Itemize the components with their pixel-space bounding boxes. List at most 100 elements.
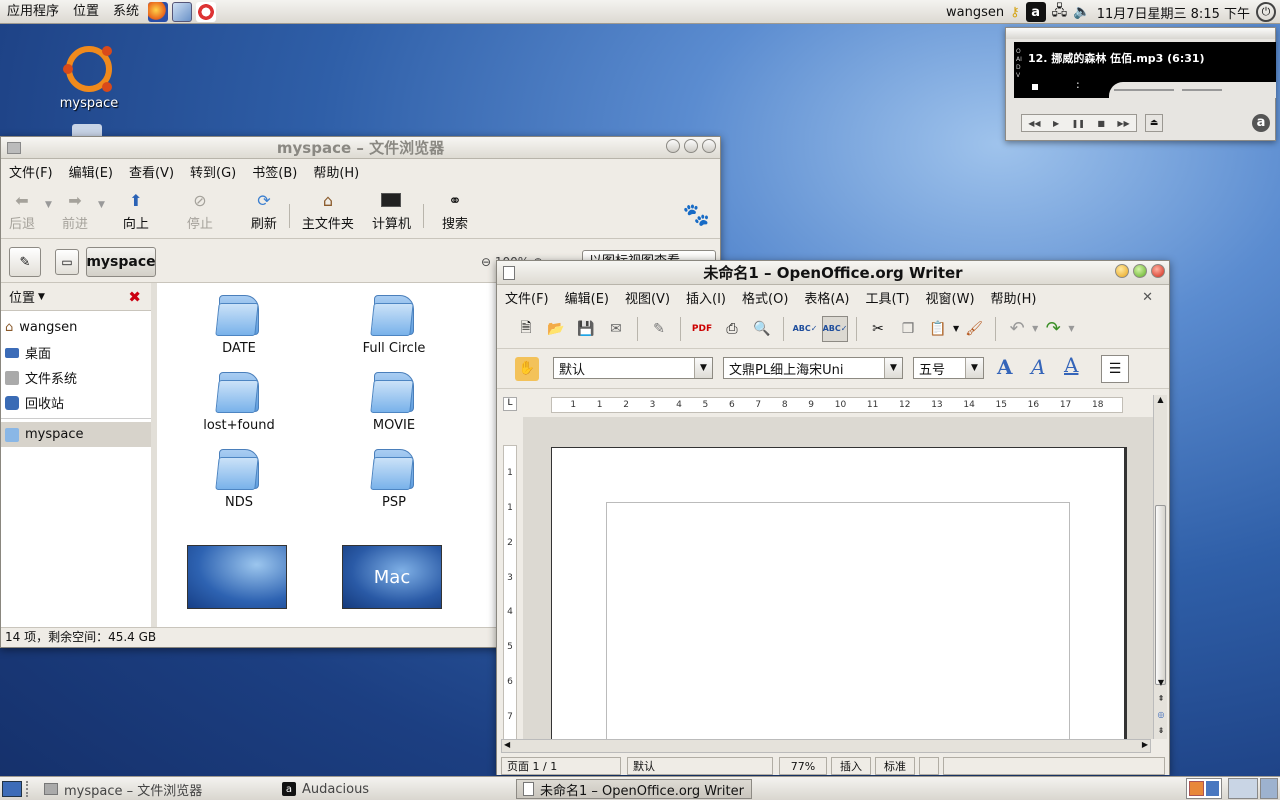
mail-icon[interactable] bbox=[172, 1, 193, 22]
menu-view[interactable]: 视图(V) bbox=[617, 288, 678, 307]
edit-location-button[interactable]: ✎ bbox=[9, 247, 41, 277]
paragraph-style-select[interactable]: 默认 ▼ bbox=[553, 357, 713, 379]
workspace-1[interactable] bbox=[1189, 781, 1204, 796]
folder-date[interactable]: DATE bbox=[179, 291, 299, 356]
page-canvas[interactable] bbox=[523, 417, 1153, 739]
menu-system[interactable]: 系统 bbox=[106, 0, 146, 24]
panel-handle[interactable] bbox=[26, 781, 30, 797]
maximize-button[interactable] bbox=[1133, 263, 1147, 278]
close-button[interactable] bbox=[1151, 263, 1165, 278]
workspace-switcher[interactable] bbox=[1186, 778, 1222, 799]
undo-icon[interactable]: ↶ bbox=[1004, 316, 1030, 342]
audacious-controls[interactable]: ◀◀ ▶ ❚❚ ■ ▶▶ bbox=[1021, 114, 1137, 132]
status-insert-mode[interactable]: 插入 bbox=[831, 757, 871, 775]
volume-slider[interactable] bbox=[1114, 89, 1174, 91]
menu-file[interactable]: 文件(F) bbox=[497, 288, 557, 307]
sidebar-item-myspace[interactable]: myspace bbox=[1, 422, 151, 447]
menu-view[interactable]: 查看(V) bbox=[121, 162, 182, 181]
forward-button[interactable]: ➡ 前进 bbox=[56, 190, 94, 233]
chevron-down-icon[interactable]: ▼ bbox=[1068, 324, 1074, 333]
folder-movie[interactable]: MOVIE bbox=[334, 368, 454, 433]
back-button[interactable]: ⬅ 后退 bbox=[3, 190, 41, 233]
firefox-icon[interactable] bbox=[148, 1, 169, 22]
text-boundary[interactable] bbox=[606, 502, 1070, 739]
maximize-button[interactable] bbox=[684, 138, 698, 153]
format-paintbrush-icon[interactable]: 🖌 bbox=[961, 316, 987, 342]
file-browser-titlebar[interactable]: myspace – 文件浏览器 bbox=[1, 137, 720, 159]
tab-stop-selector[interactable]: L bbox=[503, 397, 517, 411]
pause-icon[interactable]: ❚❚ bbox=[1072, 119, 1085, 128]
path-myspace-button[interactable]: myspace bbox=[86, 247, 156, 277]
menu-go[interactable]: 转到(G) bbox=[182, 162, 244, 181]
user-name[interactable]: wangsen bbox=[946, 5, 1004, 20]
computer-button[interactable]: 计算机 bbox=[366, 190, 417, 232]
menu-file[interactable]: 文件(F) bbox=[1, 162, 61, 181]
eject-icon[interactable]: ⏏ bbox=[1145, 114, 1163, 132]
zoom-out-icon[interactable]: ⊖ bbox=[481, 255, 491, 269]
status-style[interactable]: 默认 bbox=[627, 757, 773, 775]
edit-file-icon[interactable]: ✎ bbox=[646, 316, 672, 342]
redo-icon[interactable]: ↷ bbox=[1040, 316, 1066, 342]
up-button[interactable]: ⬆ 向上 bbox=[117, 190, 155, 233]
font-name-select[interactable]: 文鼎PL细上海宋Uni ▼ bbox=[723, 357, 903, 379]
font-size-select[interactable]: 五号 ▼ bbox=[913, 357, 984, 379]
menu-help[interactable]: 帮助(H) bbox=[983, 288, 1045, 307]
cut-icon[interactable]: ✂ bbox=[865, 316, 891, 342]
minimize-button[interactable] bbox=[666, 138, 680, 153]
new-document-icon[interactable]: 🗎 bbox=[513, 316, 539, 342]
stop-button[interactable]: ⊘ 停止 bbox=[181, 190, 219, 233]
print-preview-icon[interactable]: 🔍 bbox=[749, 316, 775, 342]
next-icon[interactable]: ▶▶ bbox=[1117, 119, 1129, 128]
audacious-tray-icon[interactable]: a bbox=[1025, 2, 1046, 22]
menu-table[interactable]: 表格(A) bbox=[796, 288, 857, 307]
sidebar-item-home[interactable]: ⌂ wangsen bbox=[1, 315, 151, 340]
next-page-icon[interactable]: ⇟ bbox=[1154, 726, 1168, 735]
folder-full-circle[interactable]: Full Circle bbox=[334, 291, 454, 356]
document-page[interactable] bbox=[551, 447, 1127, 739]
navigator-icon[interactable]: ◎ bbox=[1154, 710, 1168, 719]
menu-applications[interactable]: 应用程序 bbox=[0, 0, 66, 24]
task-file-browser[interactable]: myspace – 文件浏览器 bbox=[38, 779, 208, 799]
sidebar-item-desktop[interactable]: 桌面 bbox=[1, 340, 151, 365]
save-icon[interactable]: 💾 bbox=[573, 316, 599, 342]
audacious-titlebar[interactable] bbox=[1006, 28, 1275, 39]
path-root-button[interactable]: ▭ bbox=[55, 249, 79, 275]
chevron-down-icon[interactable]: ▼ bbox=[694, 358, 712, 378]
stop-icon[interactable]: ■ bbox=[1097, 119, 1105, 128]
folder-nds[interactable]: NDS bbox=[179, 445, 299, 510]
sidebar-title[interactable]: 位置 bbox=[9, 287, 35, 306]
image-thumbnail-mac[interactable]: Mac bbox=[342, 545, 442, 609]
refresh-button[interactable]: ⟳ 刷新 bbox=[245, 190, 283, 233]
show-desktop-icon[interactable] bbox=[2, 781, 22, 797]
menu-insert[interactable]: 插入(I) bbox=[678, 288, 734, 307]
workspace-2[interactable] bbox=[1206, 781, 1219, 796]
menu-places[interactable]: 位置 bbox=[66, 0, 106, 24]
chevron-down-icon[interactable]: ▼ bbox=[884, 358, 902, 378]
audacious-logo-icon[interactable]: a bbox=[1252, 114, 1270, 132]
styles-formatting-icon[interactable]: ✋ bbox=[515, 357, 539, 381]
volume-icon[interactable]: 🔈 bbox=[1073, 4, 1090, 20]
underline-icon[interactable]: A bbox=[1064, 353, 1078, 377]
italic-icon[interactable]: A bbox=[1031, 355, 1045, 379]
menu-window[interactable]: 视窗(W) bbox=[918, 288, 983, 307]
chevron-down-icon[interactable]: ▼ bbox=[953, 324, 959, 333]
paste-icon[interactable]: 📋 bbox=[925, 316, 951, 342]
desktop-icon-myspace[interactable]: myspace bbox=[54, 46, 124, 111]
status-zoom[interactable]: 77% bbox=[779, 757, 827, 775]
print-icon[interactable]: ⎙ bbox=[719, 316, 745, 342]
task-writer[interactable]: 未命名1 – OpenOffice.org Writer bbox=[516, 779, 752, 799]
close-sidebar-icon[interactable]: ✖ bbox=[128, 288, 141, 306]
menu-edit[interactable]: 编辑(E) bbox=[61, 162, 121, 181]
menu-format[interactable]: 格式(O) bbox=[734, 288, 796, 307]
play-icon[interactable]: ▶ bbox=[1053, 119, 1059, 128]
search-button[interactable]: ⚭ 搜索 bbox=[436, 190, 474, 233]
export-pdf-icon[interactable]: PDF bbox=[689, 316, 715, 342]
sidebar-header[interactable]: 位置 ▼ ✖ bbox=[1, 283, 151, 311]
menu-edit[interactable]: 编辑(E) bbox=[557, 288, 617, 307]
writer-titlebar[interactable]: 未命名1 – OpenOffice.org Writer bbox=[497, 261, 1169, 285]
menu-bookmarks[interactable]: 书签(B) bbox=[244, 162, 305, 181]
status-page[interactable]: 页面 1 / 1 bbox=[501, 757, 621, 775]
align-left-icon[interactable]: ☰ bbox=[1101, 355, 1129, 383]
power-icon[interactable]: ⏻ bbox=[1256, 2, 1276, 22]
chevron-down-icon[interactable]: ▼ bbox=[1032, 324, 1038, 333]
